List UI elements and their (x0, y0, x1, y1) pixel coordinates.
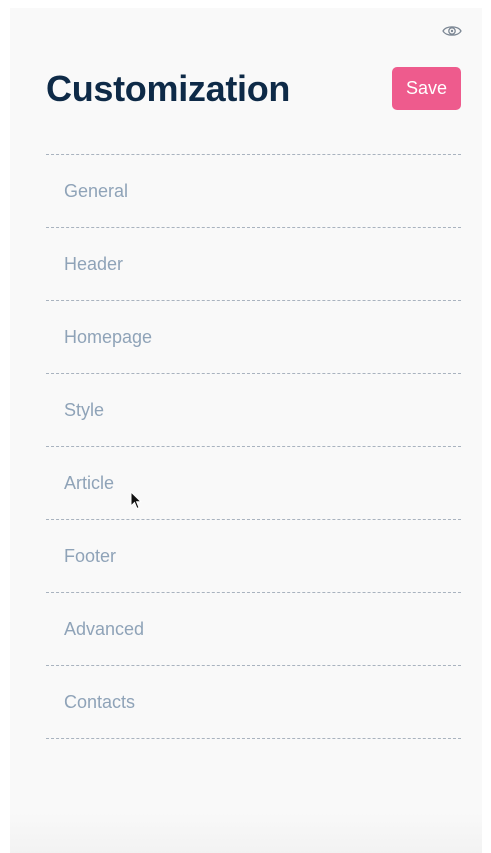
menu-item-contacts[interactable]: Contacts (46, 666, 461, 739)
menu-item-label: Header (64, 253, 124, 274)
menu-item-label: Homepage (64, 326, 153, 347)
menu-item-label: Footer (64, 545, 117, 566)
menu-item-label: Article (64, 472, 115, 493)
customization-menu: General Header Homepage Style Article Fo… (46, 154, 461, 739)
menu-item-label: Contacts (64, 691, 136, 712)
menu-item-article[interactable]: Article (46, 447, 461, 520)
menu-item-label: Advanced (64, 618, 145, 639)
save-button[interactable]: Save (392, 67, 461, 110)
menu-item-advanced[interactable]: Advanced (46, 593, 461, 666)
menu-item-label: General (64, 180, 129, 201)
menu-item-header[interactable]: Header (46, 228, 461, 301)
panel-bottom-shade (10, 813, 482, 853)
page-title: Customization (46, 68, 291, 109)
menu-item-homepage[interactable]: Homepage (46, 301, 461, 374)
customization-panel: Customization Save General Header Homepa… (10, 8, 482, 853)
menu-item-footer[interactable]: Footer (46, 520, 461, 593)
menu-item-general[interactable]: General (46, 155, 461, 228)
eye-icon[interactable] (442, 23, 462, 39)
menu-item-style[interactable]: Style (46, 374, 461, 447)
menu-item-label: Style (64, 399, 105, 420)
